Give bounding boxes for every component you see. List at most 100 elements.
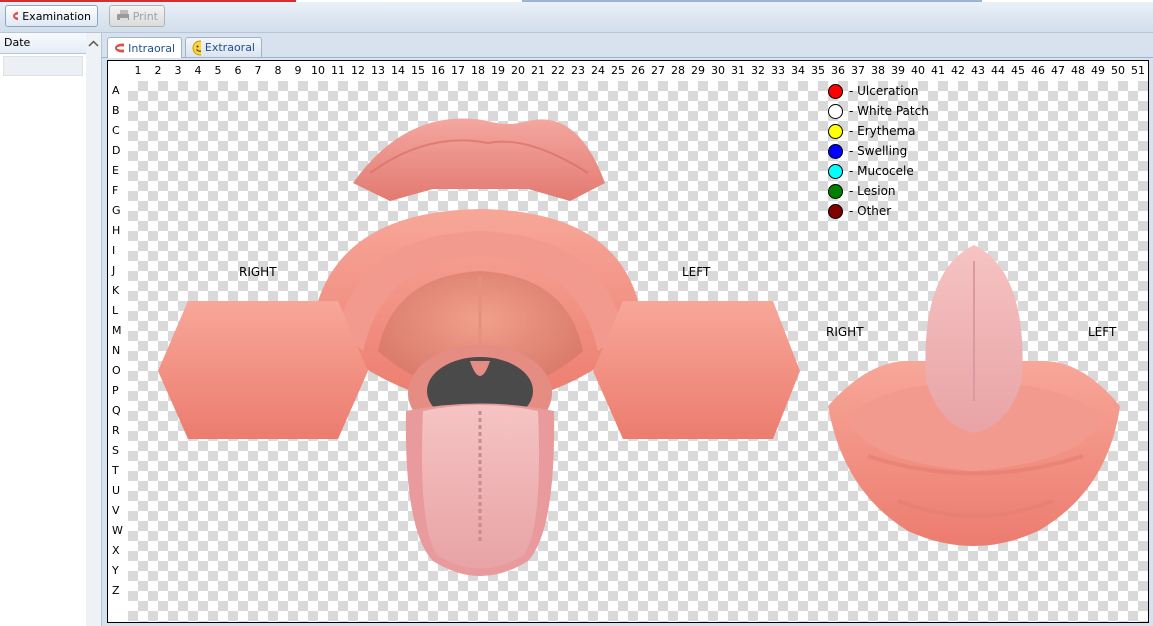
main-left-label: LEFT [682,265,711,279]
legend-item[interactable]: - Mucocele [828,161,914,181]
chevron-up-icon[interactable] [86,37,101,51]
print-button[interactable]: Print [109,5,165,27]
column-header: 23 [568,61,588,81]
column-header: 11 [328,61,348,81]
column-header: 46 [1028,61,1048,81]
legend-label: - Erythema [849,124,916,138]
column-header: 16 [428,61,448,81]
legend-color-swatch [828,123,843,139]
column-header: 26 [628,61,648,81]
main-right-label: RIGHT [239,265,277,279]
oral-cavity-diagram[interactable] [108,61,1148,622]
column-header: 5 [208,61,228,81]
row-header: U [108,481,128,501]
tab-extraoral-label: Extraoral [204,41,255,54]
column-header: 29 [688,61,708,81]
row-header: M [108,321,128,341]
panel-scrollbar[interactable] [86,33,102,626]
legend-item[interactable]: - Ulceration [828,81,919,101]
row-header: O [108,361,128,381]
row-header: P [108,381,128,401]
print-button-label: Print [132,9,158,23]
row-header: G [108,201,128,221]
examination-button-label: Examination [22,9,91,23]
mouth-icon [115,43,125,53]
column-header: 43 [968,61,988,81]
legend-label: - Mucocele [849,164,914,178]
column-header: 35 [808,61,828,81]
smiley-face-icon [192,40,201,55]
column-header: 22 [548,61,568,81]
tab-intraoral-label: Intraoral [128,41,175,55]
legend-label: - White Patch [849,104,929,118]
legend-item[interactable]: - Other [828,201,891,221]
legend-item[interactable]: - Lesion [828,181,896,201]
examination-button[interactable]: Examination [5,5,98,27]
row-header: I [108,241,128,261]
tab-intraoral[interactable]: Intraoral [107,37,182,58]
legend-color-swatch [828,183,843,199]
tab-extraoral[interactable]: Extraoral [185,37,262,57]
row-header: D [108,141,128,161]
legend-color-swatch [828,143,843,159]
date-column-header[interactable]: Date [0,33,86,54]
column-header: 51 [1128,61,1148,81]
legend-color-swatch [828,103,843,119]
printer-icon [117,10,129,22]
row-header: R [108,421,128,441]
column-header: 44 [988,61,1008,81]
row-header: A [108,81,128,101]
legend-item[interactable]: - White Patch [828,101,929,121]
column-header: 39 [888,61,908,81]
row-header: T [108,461,128,481]
row-header: Y [108,561,128,581]
column-header: 19 [488,61,508,81]
row-header: C [108,121,128,141]
column-header: 50 [1108,61,1128,81]
column-header: 37 [848,61,868,81]
date-list-item[interactable] [3,56,83,76]
column-header: 4 [188,61,208,81]
column-header: 25 [608,61,628,81]
column-header: 2 [148,61,168,81]
legend-label: - Other [849,204,892,218]
legend-item[interactable]: - Swelling [828,141,907,161]
column-header: 48 [1068,61,1088,81]
tongue-dorsum-region[interactable] [405,403,555,577]
column-header: 18 [468,61,488,81]
row-header: B [108,101,128,121]
row-header: H [108,221,128,241]
column-header: 36 [828,61,848,81]
column-header: 13 [368,61,388,81]
upper-lip-region[interactable] [353,118,605,201]
row-header: Q [108,401,128,421]
row-header: N [108,341,128,361]
column-header: 41 [928,61,948,81]
row-header: Z [108,581,128,601]
left-buccal-mucosa[interactable] [593,301,800,439]
column-header: 33 [768,61,788,81]
row-header: K [108,281,128,301]
column-header: 10 [308,61,328,81]
column-header: 14 [388,61,408,81]
mouth-icon [13,11,19,21]
column-header: 15 [408,61,428,81]
ventral-tongue-region[interactable] [925,245,1023,433]
legend-item[interactable]: - Erythema [828,121,916,141]
column-header: 38 [868,61,888,81]
column-header: 6 [228,61,248,81]
row-header: J [108,261,128,281]
column-header: 49 [1088,61,1108,81]
column-header: 8 [268,61,288,81]
row-header: V [108,501,128,521]
column-header: 30 [708,61,728,81]
row-header: F [108,181,128,201]
right-buccal-mucosa[interactable] [158,301,368,439]
row-header: W [108,521,128,541]
legend-color-swatch [828,203,843,219]
legend-label: - Lesion [849,184,896,198]
column-header: 45 [1008,61,1028,81]
intraoral-chart-canvas[interactable]: 1 2 3 4 5 6 7 8 9 10 11 12 13 14 15 16 17 18 19 20 21 22 23 24 2… [107,60,1149,623]
column-header: 20 [508,61,528,81]
column-header: 47 [1048,61,1068,81]
